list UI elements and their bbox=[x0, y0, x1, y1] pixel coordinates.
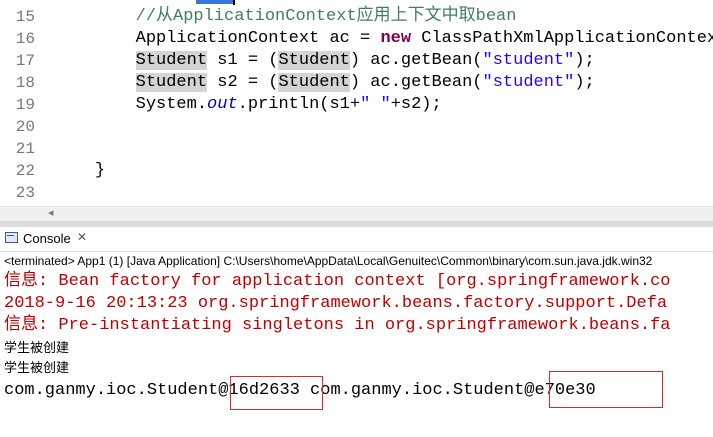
code-token: //从ApplicationContext应用上下文中取bean bbox=[135, 7, 517, 26]
code-token: Student bbox=[135, 73, 208, 92]
code-token: +s2); bbox=[390, 95, 442, 114]
code-line[interactable]: ApplicationContext ac = new ClassPathXml… bbox=[54, 28, 713, 50]
line-number: 15 bbox=[15, 8, 35, 26]
code-line[interactable]: //从ApplicationContext应用上下文中取bean bbox=[54, 6, 517, 28]
code-token: ); bbox=[574, 73, 595, 92]
console-output-line: 2018-9-16 20:13:23 org.springframework.b… bbox=[4, 294, 668, 313]
code-line[interactable]: System.out.println(s1+" "+s2); bbox=[54, 94, 442, 116]
line-number: 19 bbox=[15, 96, 35, 114]
tab-console[interactable]: Console bbox=[23, 231, 71, 246]
line-number: 23 bbox=[15, 184, 35, 202]
console-output-line: 学生被创建 bbox=[4, 341, 70, 356]
code-editor[interactable]: 15 16 17 18 19 20 21 22 23 //从ApplicationContext… bbox=[0, 0, 713, 206]
code-token: ApplicationContext ac = bbox=[135, 29, 381, 48]
console-icon bbox=[5, 232, 18, 243]
line-number: 22 bbox=[15, 162, 35, 180]
console-output-line: 信息: Bean factory for application context… bbox=[4, 272, 671, 291]
code-token: } bbox=[94, 161, 106, 180]
code-token: .println(s1+ bbox=[237, 95, 361, 114]
code-token: System. bbox=[135, 95, 208, 114]
console-output-line: 学生被创建 bbox=[4, 361, 70, 376]
code-token: ) ac.getBean( bbox=[349, 51, 483, 70]
code-token: ); bbox=[574, 51, 595, 70]
code-token: s2 = ( bbox=[207, 73, 279, 92]
line-number: 21 bbox=[15, 140, 35, 158]
clipped-previous-line bbox=[0, 0, 713, 6]
editor-horizontal-scrollbar[interactable]: ◂ bbox=[0, 206, 713, 221]
code-token: "student" bbox=[482, 73, 575, 92]
console-output-line: 信息: Pre-instantiating singletons in org.… bbox=[4, 316, 671, 335]
line-number: 17 bbox=[15, 52, 35, 70]
scroll-left-icon[interactable]: ◂ bbox=[48, 206, 54, 219]
highlight-box-hash-1 bbox=[230, 376, 323, 410]
line-number-gutter: 15 16 17 18 19 20 21 22 23 bbox=[0, 0, 46, 206]
console-status-line: <terminated> App1 (1) [Java Application]… bbox=[4, 254, 653, 268]
code-token: Student bbox=[278, 73, 350, 92]
code-token: Student bbox=[278, 51, 350, 70]
code-token: " " bbox=[360, 95, 391, 114]
code-token: new bbox=[380, 29, 412, 48]
code-line[interactable]: Student s2 = (Student) ac.getBean("stude… bbox=[54, 72, 595, 94]
code-token: ) ac.getBean( bbox=[349, 73, 483, 92]
code-token: ClassPathXmlApplicationContext bbox=[411, 29, 713, 48]
code-token: "student" bbox=[482, 51, 575, 70]
code-line[interactable]: Student s1 = (Student) ac.getBean("stude… bbox=[54, 50, 595, 72]
line-number: 20 bbox=[15, 118, 35, 136]
line-number: 16 bbox=[15, 30, 35, 48]
console-tab-bar: Console ✕ bbox=[0, 227, 713, 252]
line-number: 18 bbox=[15, 74, 35, 92]
code-token: out bbox=[207, 95, 238, 114]
code-line[interactable]: } bbox=[54, 160, 105, 182]
close-icon[interactable]: ✕ bbox=[77, 230, 87, 244]
highlight-box-hash-2 bbox=[549, 371, 663, 408]
code-token: Student bbox=[135, 51, 208, 70]
code-token: s1 = ( bbox=[207, 51, 279, 70]
